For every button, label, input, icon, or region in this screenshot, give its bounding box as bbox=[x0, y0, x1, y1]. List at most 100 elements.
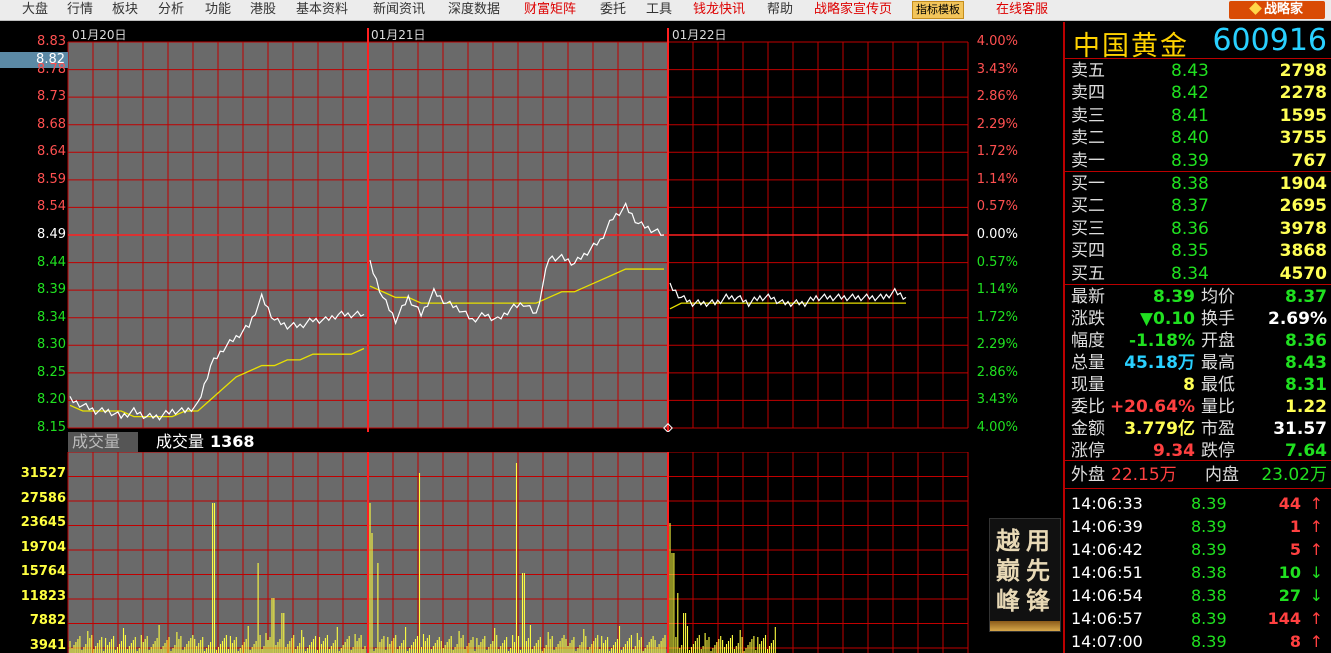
volume-info-value: 1368 bbox=[210, 432, 255, 451]
quote-stat-label: 涨跌 bbox=[1071, 309, 1105, 329]
order-book-row: 买二 8.37 2695 bbox=[1071, 195, 1331, 217]
tick-row: 14:07:00 8.39 8 ↑ bbox=[1071, 630, 1331, 653]
tick-quantity: 144 bbox=[1267, 609, 1301, 628]
volume-axis-tick: 19704 bbox=[20, 539, 66, 555]
tick-quantity: 8 bbox=[1289, 632, 1301, 651]
quote-stat-label: 现量 bbox=[1071, 375, 1105, 395]
quote-stat-value: 2.69% bbox=[1268, 309, 1327, 329]
order-book-label: 买二 bbox=[1071, 196, 1105, 217]
promo-char: 用 bbox=[1026, 527, 1050, 555]
quote-stat-row: 总量 45.18万 最高 8.43 bbox=[1071, 352, 1331, 374]
order-book-row: 卖一 8.39 767 bbox=[1071, 150, 1331, 172]
quote-stat-label: 最低 bbox=[1201, 375, 1235, 395]
arrow-up-icon: ↑ bbox=[1309, 494, 1323, 513]
order-book-row: 卖五 8.43 2798 bbox=[1071, 60, 1331, 82]
quote-stat-label: 均价 bbox=[1201, 287, 1235, 307]
quote-stat-row: 最新 8.39 均价 8.37 bbox=[1071, 286, 1331, 308]
tick-row: 14:06:33 8.39 44 ↑ bbox=[1071, 492, 1331, 515]
order-book-volume: 2695 bbox=[1279, 196, 1327, 217]
quote-stat-row: 涨跌 ▼0.10 换手 2.69% bbox=[1071, 308, 1331, 330]
inner-volume-label: 内盘 bbox=[1205, 465, 1239, 485]
quote-stat-label: 涨停 bbox=[1071, 441, 1105, 461]
order-book-volume: 1595 bbox=[1279, 105, 1327, 126]
order-book-label: 卖三 bbox=[1071, 105, 1105, 126]
quote-stat-label: 金额 bbox=[1071, 419, 1105, 439]
order-book-price: 8.36 bbox=[1171, 218, 1209, 239]
order-book-row: 买五 8.34 4570 bbox=[1071, 263, 1331, 285]
divider bbox=[1065, 284, 1331, 285]
order-book-volume: 767 bbox=[1291, 150, 1328, 171]
order-book-volume: 2798 bbox=[1279, 61, 1327, 81]
quote-stat-value: -1.18% bbox=[1128, 331, 1195, 351]
order-book-row: 买四 8.35 3868 bbox=[1071, 240, 1331, 262]
percent-axis-tick: 3.43% bbox=[976, 61, 1018, 77]
arrow-up-icon: ↑ bbox=[1309, 609, 1323, 628]
order-book-volume: 3978 bbox=[1279, 218, 1327, 239]
tick-price: 8.39 bbox=[1191, 517, 1227, 536]
promo-char: 先 bbox=[1026, 557, 1050, 585]
order-book-label: 卖二 bbox=[1071, 128, 1105, 149]
quote-stat-label: 幅度 bbox=[1071, 331, 1105, 351]
order-book-row: 买一 8.38 1904 bbox=[1071, 173, 1331, 195]
arrow-up-icon: ↑ bbox=[1309, 632, 1323, 651]
quote-stat-label: 委比 bbox=[1071, 397, 1105, 417]
date-label: 01月20日 bbox=[72, 28, 127, 42]
order-book-label: 卖五 bbox=[1071, 61, 1105, 81]
tick-row: 14:06:39 8.39 1 ↑ bbox=[1071, 515, 1331, 538]
order-book-volume: 1904 bbox=[1279, 174, 1327, 194]
price-axis-tick: 8.64 bbox=[37, 144, 66, 160]
tick-quantity: 27 bbox=[1278, 586, 1301, 605]
tick-price: 8.39 bbox=[1191, 609, 1227, 628]
promo-banner[interactable]: 越 用 巅 先 峰 锋 bbox=[989, 518, 1061, 632]
volume-axis-tick: 31527 bbox=[20, 466, 66, 481]
price-axis-tick: 8.30 bbox=[37, 337, 66, 353]
volume-info: 成交量 1368 bbox=[156, 432, 255, 452]
order-book-price: 8.35 bbox=[1171, 241, 1209, 262]
date-label: 01月21日 bbox=[371, 28, 426, 42]
tick-time: 14:06:57 bbox=[1071, 609, 1143, 628]
tick-price: 8.38 bbox=[1191, 586, 1227, 605]
promo-strip bbox=[990, 621, 1060, 631]
volume-indicator-tab[interactable]: 成交量 bbox=[68, 432, 138, 452]
price-axis-tick: 8.44 bbox=[37, 254, 66, 270]
quote-stat-value: 8.37 bbox=[1285, 287, 1327, 307]
percent-axis-tick: 1.14% bbox=[976, 171, 1018, 187]
tick-time: 14:06:42 bbox=[1071, 540, 1143, 559]
tick-quantity: 44 bbox=[1278, 494, 1301, 513]
tick-price: 8.39 bbox=[1191, 632, 1227, 651]
volume-axis-tick: 27586 bbox=[20, 490, 66, 506]
tick-row: 14:06:54 8.38 27 ↓ bbox=[1071, 584, 1331, 607]
arrow-up-icon: ↑ bbox=[1309, 517, 1323, 536]
tick-time: 14:06:33 bbox=[1071, 494, 1143, 513]
quote-stat-label: 跌停 bbox=[1201, 441, 1235, 461]
quote-stat-label: 最高 bbox=[1201, 353, 1235, 373]
promo-char: 越 bbox=[996, 527, 1020, 555]
percent-axis-tick: 1.72% bbox=[976, 309, 1018, 325]
arrow-down-icon: ↓ bbox=[1309, 563, 1323, 582]
order-book-label: 买三 bbox=[1071, 218, 1105, 239]
tick-row: 14:06:42 8.39 5 ↑ bbox=[1071, 538, 1331, 561]
inner-volume-value: 23.02万 bbox=[1261, 465, 1327, 485]
price-axis-tick: 8.83 bbox=[37, 34, 66, 49]
order-book-price: 8.40 bbox=[1171, 128, 1209, 149]
quote-stat-value: 3.779亿 bbox=[1124, 419, 1195, 439]
order-book-volume: 3755 bbox=[1279, 128, 1327, 149]
volume-axis-tick: 3941 bbox=[29, 637, 66, 653]
percent-axis-tick: 0.57% bbox=[976, 254, 1018, 270]
quote-stat-row: 委比 +20.64% 量比 1.22 bbox=[1071, 396, 1331, 418]
promo-char: 峰 bbox=[996, 587, 1020, 615]
price-axis-tick: 8.15 bbox=[37, 420, 66, 435]
order-book-volume: 2278 bbox=[1279, 83, 1327, 104]
order-book-price: 8.38 bbox=[1171, 174, 1209, 194]
outer-volume-label: 外盘 bbox=[1071, 465, 1105, 485]
order-book-price: 8.37 bbox=[1171, 196, 1209, 217]
tick-time: 14:06:51 bbox=[1071, 563, 1143, 582]
percent-axis-tick: 2.29% bbox=[976, 337, 1018, 353]
price-axis-tick: 8.39 bbox=[37, 282, 66, 298]
tick-price: 8.38 bbox=[1191, 563, 1227, 582]
order-book-row: 卖三 8.41 1595 bbox=[1071, 105, 1331, 127]
tick-quantity: 1 bbox=[1289, 517, 1301, 536]
tick-time: 14:06:39 bbox=[1071, 517, 1143, 536]
quote-stat-value: +20.64% bbox=[1109, 397, 1195, 417]
percent-axis-tick: 3.43% bbox=[976, 392, 1018, 408]
